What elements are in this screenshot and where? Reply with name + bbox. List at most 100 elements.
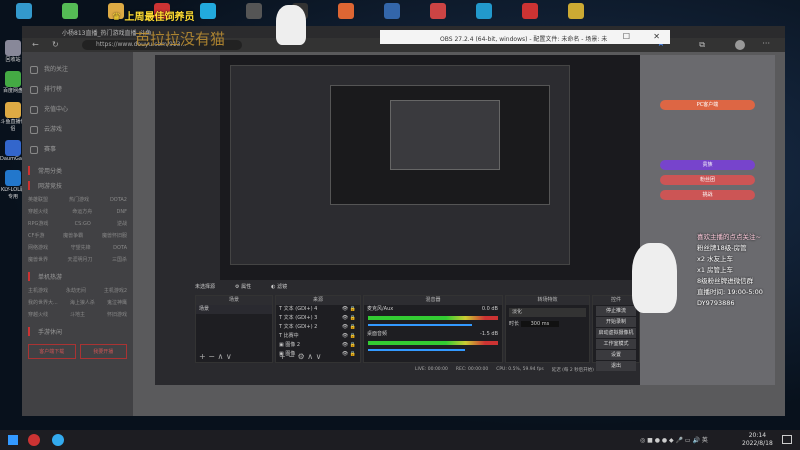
cat-mascot [276, 5, 306, 45]
source-item[interactable]: T 文本 (GDI+) 3 👁 🔒 [276, 314, 360, 323]
category-link[interactable]: 天涯明月刀 [67, 254, 92, 266]
category-link[interactable]: CF手游 [28, 230, 44, 242]
category-link[interactable]: DOTA2 [110, 194, 127, 206]
control-button[interactable]: 停止推流 [596, 306, 636, 316]
duration-input[interactable]: 300 ms [520, 321, 560, 327]
source-add-remove-icons[interactable]: + − ⚙ ∧ ∨ [279, 352, 321, 361]
category-link[interactable]: 永劫无间 [66, 285, 86, 297]
desktop-icon[interactable] [430, 3, 446, 19]
visibility-lock-icons[interactable]: 👁 🔒 [342, 332, 356, 341]
rank-pill[interactable]: 贵族 [660, 160, 755, 170]
maximize-icon[interactable]: ☐ [623, 32, 630, 41]
desktop-icon[interactable] [5, 140, 21, 156]
control-button[interactable]: 工作室模式 [596, 339, 636, 349]
sidebar-item-events[interactable]: 赛事 [22, 140, 133, 160]
desktop-icon[interactable] [384, 3, 400, 19]
recycle-bin-icon[interactable] [5, 40, 21, 56]
desktop-icon[interactable] [522, 3, 538, 19]
collections-icon[interactable]: ⧉ [699, 40, 705, 50]
source-item[interactable]: ▣ 图像 2 👁 🔒 [276, 341, 360, 350]
start-stream-button[interactable]: 我要开播 [79, 344, 127, 359]
category-link[interactable]: DOTA [113, 242, 127, 254]
close-icon[interactable]: ✕ [653, 32, 660, 41]
visibility-lock-icons[interactable]: 👁 🔒 [342, 314, 356, 323]
source-item[interactable]: T 文本 (GDI+) 2 👁 🔒 [276, 323, 360, 332]
desktop-icon[interactable] [16, 3, 32, 19]
properties-button[interactable]: ⚙ 属性 [235, 283, 251, 293]
desktop-icon[interactable] [62, 3, 78, 19]
refresh-icon[interactable]: ↻ [52, 40, 59, 49]
rank-pill[interactable]: 粉丝团 [660, 175, 755, 185]
category-link[interactable]: DNF [117, 206, 127, 218]
tray-icons[interactable]: ◎ ■ ● ● ◆ 🎤 ▭ 🔊 英 [640, 435, 708, 444]
sidebar-item-rank[interactable]: 排行榜 [22, 80, 133, 100]
pc-client-button[interactable]: PC客户端 [660, 100, 755, 110]
category-link[interactable]: 命运方舟 [72, 206, 92, 218]
mixer-channel: 麦克风/Aux 0.0 dB [364, 305, 502, 326]
control-button[interactable]: 设置 [596, 350, 636, 360]
profile-avatar[interactable] [735, 40, 745, 50]
sidebar-section-title[interactable]: 手游休闲 [28, 327, 133, 336]
volume-slider[interactable] [368, 324, 472, 326]
visibility-lock-icons[interactable]: 👁 🔒 [342, 341, 356, 350]
scene-item[interactable]: 场景 [196, 305, 272, 314]
taskbar-app-icon[interactable] [28, 434, 40, 446]
desktop-icon[interactable] [568, 3, 584, 19]
sidebar-section-title[interactable]: 网游竞技 [28, 181, 133, 190]
category-link[interactable]: 英雄联盟 [28, 194, 48, 206]
control-button[interactable]: 开始录制 [596, 317, 636, 327]
control-button[interactable]: 启动虚拟摄像机 [596, 328, 636, 338]
sidebar-item-follow[interactable]: 我的关注 [22, 60, 133, 80]
category-row: 穿越火线 斗地主 怀旧游戏 [22, 309, 133, 321]
category-link[interactable]: 守望先锋 [71, 242, 91, 254]
category-link[interactable]: RPG游戏 [28, 218, 48, 230]
download-client-button[interactable]: 客户端下载 [28, 344, 76, 359]
desktop-icon[interactable] [200, 3, 216, 19]
sidebar-item-cloud-game[interactable]: 云游戏 [22, 120, 133, 140]
sidebar-section-title[interactable]: 常用分类 [28, 166, 133, 175]
windows-start-icon[interactable] [8, 435, 18, 445]
category-link[interactable]: 网络游戏 [28, 242, 48, 254]
desktop-icon[interactable] [246, 3, 262, 19]
category-link[interactable]: 主机游戏2 [104, 285, 127, 297]
category-link[interactable]: CS:GO [75, 218, 91, 230]
heart-icon [30, 66, 38, 74]
filters-button[interactable]: ◐ 滤镜 [271, 283, 287, 293]
transition-select[interactable]: 淡化 [509, 308, 586, 317]
category-link[interactable]: 三国杀 [112, 254, 127, 266]
rank-pill[interactable]: 挑战 [660, 190, 755, 200]
more-menu-icon[interactable]: ··· [762, 39, 770, 48]
category-link[interactable]: 逆战 [117, 218, 127, 230]
category-link[interactable]: 魔兽争霸 [63, 230, 83, 242]
category-link[interactable]: 我的世界大... [28, 297, 58, 309]
notification-icon[interactable] [782, 435, 792, 444]
visibility-lock-icons[interactable]: 👁 🔒 [342, 323, 356, 332]
category-row: 我的世界大... 海上狼人杀 鬼泣神鹰 [22, 297, 133, 309]
category-link[interactable]: 穿越火线 [28, 206, 48, 218]
desktop-icon[interactable] [476, 3, 492, 19]
category-link[interactable]: 魔兽世界 [28, 254, 48, 266]
category-link[interactable]: 怀旧游戏 [107, 309, 127, 321]
desktop-icon[interactable] [338, 3, 354, 19]
category-link[interactable]: 热门游戏 [69, 194, 89, 206]
back-icon[interactable]: ← [32, 40, 39, 49]
category-link[interactable]: 魔兽怀旧服 [102, 230, 127, 242]
category-link[interactable]: 斗地主 [70, 309, 85, 321]
desktop-icon[interactable] [5, 102, 21, 118]
sidebar-item-recharge[interactable]: 充值中心 [22, 100, 133, 120]
visibility-lock-icons[interactable]: 👁 🔒 [342, 350, 356, 359]
visibility-lock-icons[interactable]: 👁 🔒 [342, 305, 356, 314]
category-link[interactable]: 鬼泣神鹰 [107, 297, 127, 309]
category-link[interactable]: 海上狼人杀 [70, 297, 95, 309]
sidebar-section-title[interactable]: 单机热游 [28, 272, 133, 281]
source-item[interactable]: T 文本 (GDI+) 4 👁 🔒 [276, 305, 360, 314]
source-item[interactable]: T 比赛中 👁 🔒 [276, 332, 360, 341]
scene-add-remove-icons[interactable]: + − ∧ ∨ [199, 352, 232, 361]
edge-icon[interactable] [52, 434, 64, 446]
category-link[interactable]: 主机游戏 [28, 285, 48, 297]
desktop-icon[interactable] [5, 71, 21, 87]
volume-slider[interactable] [368, 349, 465, 351]
clock[interactable]: 20:14 2022/8/18 [742, 432, 773, 448]
desktop-icon[interactable] [5, 170, 21, 186]
category-link[interactable]: 穿越火线 [28, 309, 48, 321]
